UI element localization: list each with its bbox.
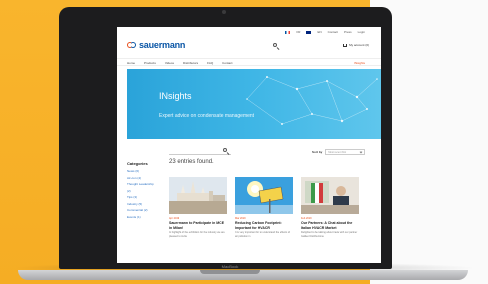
article-excerpt: In highlight of the exhibition for the i… <box>169 231 225 238</box>
article-image-sign[interactable] <box>235 177 293 214</box>
sidebar-item-category[interactable]: Industry (5) <box>127 202 157 206</box>
nav-item-home[interactable]: Home <box>127 61 135 65</box>
top-link-press[interactable]: Press <box>344 30 352 34</box>
cart-icon <box>343 43 348 47</box>
sidebar-item-category[interactable]: Events (1) <box>127 215 157 219</box>
top-link-en[interactable]: EN <box>317 30 321 34</box>
sidebar-title: Categories <box>127 161 148 166</box>
site-logo[interactable]: sauermann <box>127 40 185 50</box>
sidebar-item-category[interactable]: News (6) <box>127 169 157 173</box>
sidebar-item-category[interactable]: Air-con (4) <box>127 176 157 180</box>
top-link-contact[interactable]: Contact <box>328 30 338 34</box>
laptop-notch <box>200 270 260 274</box>
account-cart[interactable]: My account (0) <box>343 43 369 47</box>
hero-title: INsights <box>159 91 192 101</box>
nav-item-faq[interactable]: FAQ <box>207 61 213 65</box>
hero-subtitle: Expert advice on condensate management <box>159 113 255 119</box>
site-header: sauermann My account (0) <box>117 37 381 57</box>
sort-label: Sort by <box>312 150 323 154</box>
article-title[interactable]: Sauermann to Participate in MCE in Milan… <box>169 221 227 230</box>
sort-select[interactable]: Most recent first <box>325 149 366 155</box>
article-image-partners[interactable] <box>301 177 359 214</box>
search-icon[interactable] <box>223 148 229 155</box>
nav-item-contact[interactable]: Contact <box>222 61 232 65</box>
sidebar-item-category[interactable]: (2) <box>127 189 157 193</box>
sidebar-item-category[interactable]: Thought Leadership <box>127 182 157 186</box>
article-date: Mar 2019 <box>235 217 246 220</box>
chevron-down-icon <box>359 150 363 154</box>
hero-banner: INsights Expert advice on condensate man… <box>127 69 381 139</box>
device-brand-label: MacBook <box>221 264 239 269</box>
uk-flag-icon[interactable] <box>306 31 312 34</box>
blog-search-input[interactable] <box>169 147 231 155</box>
top-links: FR EN Contact Press Login <box>285 30 365 34</box>
nav-item-videos[interactable]: Videos <box>165 61 174 65</box>
article-card[interactable]: Feb 2019 Our Partners: A Chat about the … <box>301 177 359 238</box>
top-utility-bar: FR EN Contact Press Login <box>117 27 381 37</box>
article-excerpt: Delighted to be talking about trade with… <box>301 231 358 238</box>
main-nav: Home Products Videos Distributors FAQ Co… <box>117 58 381 66</box>
article-image-cathedral[interactable] <box>169 177 227 214</box>
search-icon[interactable] <box>273 43 279 50</box>
results-count: 23 entries found. <box>169 159 214 165</box>
sidebar-item-category[interactable]: Commercial (2) <box>127 208 157 212</box>
article-title[interactable]: Our Partners: A Chat about the Italian H… <box>301 221 359 230</box>
sort-select-value: Most recent first <box>328 151 347 154</box>
top-link-fr[interactable]: FR <box>296 30 300 34</box>
top-link-login[interactable]: Login <box>358 30 365 34</box>
article-card[interactable]: Apr 2019 Sauermann to Participate in MCE… <box>169 177 227 238</box>
logo-mark-icon <box>127 41 137 49</box>
network-graphic <box>246 76 378 125</box>
nav-item-products[interactable]: Products <box>144 61 156 65</box>
article-card[interactable]: Mar 2019 Reducing Carbon Footprint: Impo… <box>235 177 293 238</box>
sort-control: Sort by Most recent first <box>312 149 366 155</box>
sidebar-item-category[interactable]: Tips (3) <box>127 195 157 199</box>
france-flag-icon[interactable] <box>285 31 291 34</box>
nav-item-insights[interactable]: INsights <box>354 61 365 65</box>
camera-icon <box>222 10 226 14</box>
laptop-screen: FR EN Contact Press Login sauermann My a… <box>117 27 381 263</box>
nav-item-distributors[interactable]: Distributors <box>183 61 198 65</box>
category-sidebar: Categories News (6) Air-con (4) Thought … <box>127 161 157 221</box>
account-label: My account (0) <box>349 43 369 47</box>
article-title[interactable]: Reducing Carbon Footprint: Important for… <box>235 221 293 230</box>
logo-text: sauermann <box>139 40 186 50</box>
article-excerpt: It is very important for to understand t… <box>235 231 290 238</box>
article-date: Feb 2019 <box>301 217 312 220</box>
article-date: Apr 2019 <box>169 217 180 220</box>
